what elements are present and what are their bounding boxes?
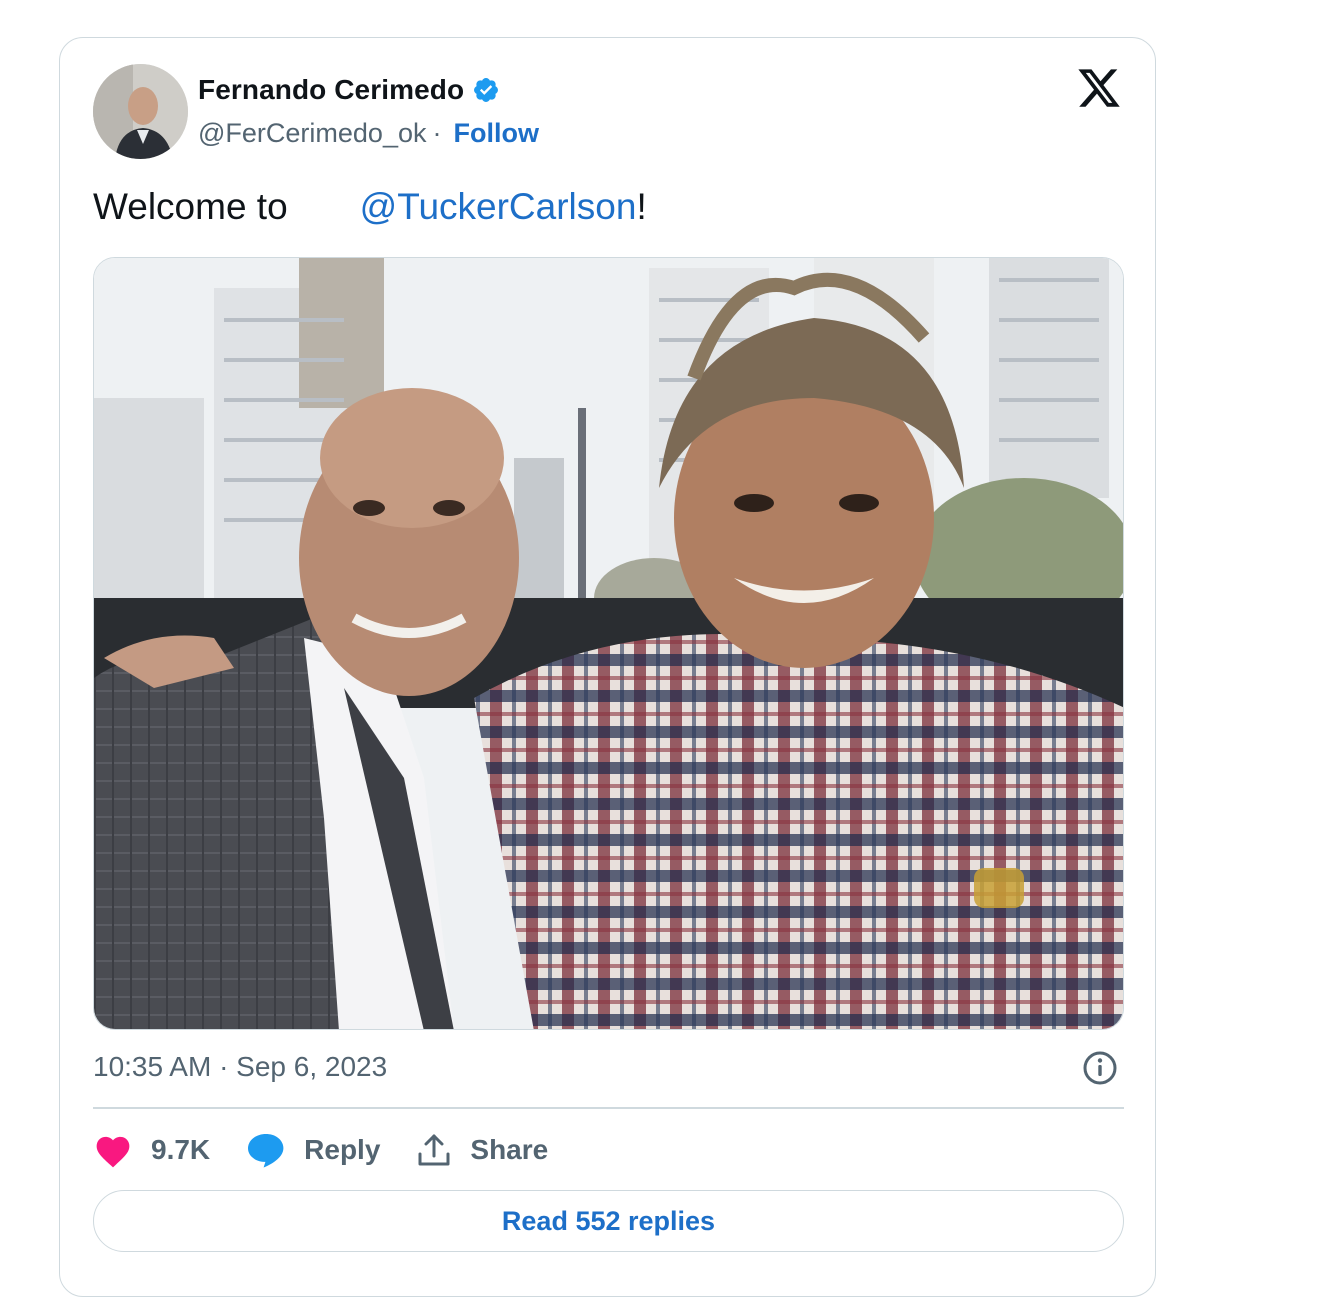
author-name[interactable]: Fernando Cerimedo <box>198 74 464 106</box>
tweet-text: Welcome to @TuckerCarlson ! <box>93 186 647 228</box>
tweet-photo[interactable] <box>93 257 1124 1030</box>
tweet-text-suffix: ! <box>636 186 647 227</box>
speech-bubble-icon <box>246 1132 286 1168</box>
like-count: 9.7K <box>151 1134 211 1165</box>
reply-button[interactable]: Reply <box>246 1132 380 1168</box>
tweet-text-prefix: Welcome to <box>93 186 288 227</box>
x-logo-icon[interactable] <box>1076 65 1122 111</box>
heart-icon <box>93 1132 133 1168</box>
author-handle[interactable]: @FerCerimedo_ok <box>198 118 427 149</box>
like-button[interactable]: 9.7K <box>93 1132 210 1168</box>
share-icon <box>416 1132 452 1168</box>
info-icon[interactable] <box>1082 1050 1118 1086</box>
selfie-image <box>94 258 1123 1029</box>
avatar-photo <box>93 64 188 159</box>
tweet-actions: 9.7K Reply Share <box>93 1128 584 1172</box>
argentina-flag-icon <box>300 191 346 223</box>
share-button[interactable]: Share <box>416 1132 548 1168</box>
divider <box>93 1107 1124 1109</box>
reply-label: Reply <box>304 1134 381 1165</box>
share-label: Share <box>470 1134 549 1165</box>
follow-button[interactable]: Follow <box>454 118 539 149</box>
read-replies-button[interactable]: Read 552 replies <box>93 1190 1124 1252</box>
mention-link[interactable]: @TuckerCarlson <box>360 186 637 228</box>
author-avatar[interactable] <box>93 64 188 159</box>
tweet-timestamp[interactable]: 10:35 AM · Sep 6, 2023 <box>93 1051 387 1083</box>
embedded-tweet-card: Fernando Cerimedo @FerCerimedo_ok · Foll… <box>59 37 1156 1297</box>
verified-badge-icon <box>472 76 500 104</box>
separator-dot: · <box>432 118 442 148</box>
